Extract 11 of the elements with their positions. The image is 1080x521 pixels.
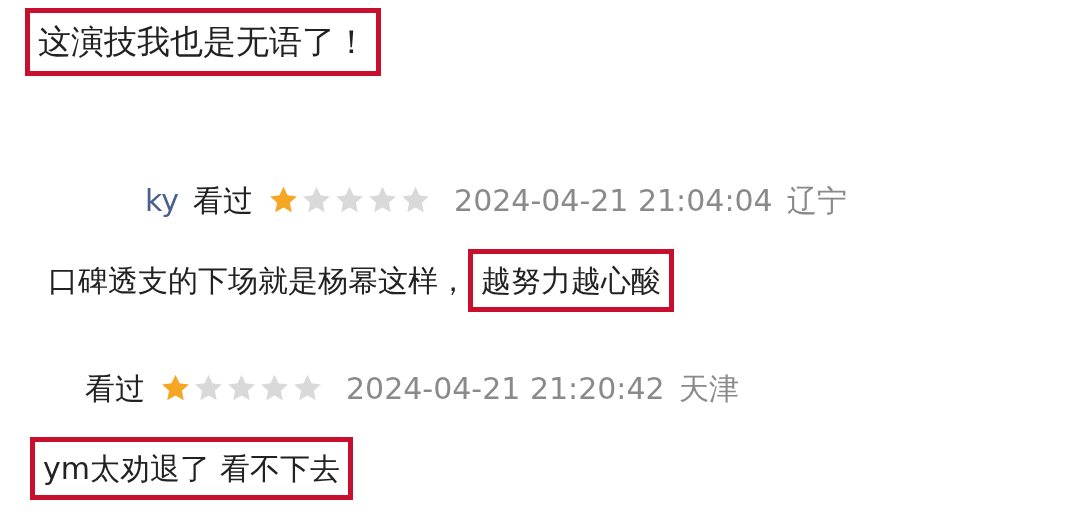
comment-text: 越努力越心酸 (468, 248, 674, 312)
comment-time: 2024-04-21 21:20:42 (346, 369, 665, 408)
watch-status: 看过 (193, 181, 254, 220)
username: ky (145, 181, 180, 220)
comment-text: ym太劝退了 看不下去 (30, 436, 353, 500)
comment-text: 口碑透支的下场就是杨幂这样， (48, 261, 468, 300)
comment-time: 2024-04-21 21:04:04 (454, 181, 773, 220)
watch-status: 看过 (85, 369, 145, 408)
comment-location: 辽宁 (786, 181, 847, 220)
comment-location: 天津 (678, 369, 739, 408)
comment-headline: 这演技我也是无语了！ (25, 8, 381, 76)
